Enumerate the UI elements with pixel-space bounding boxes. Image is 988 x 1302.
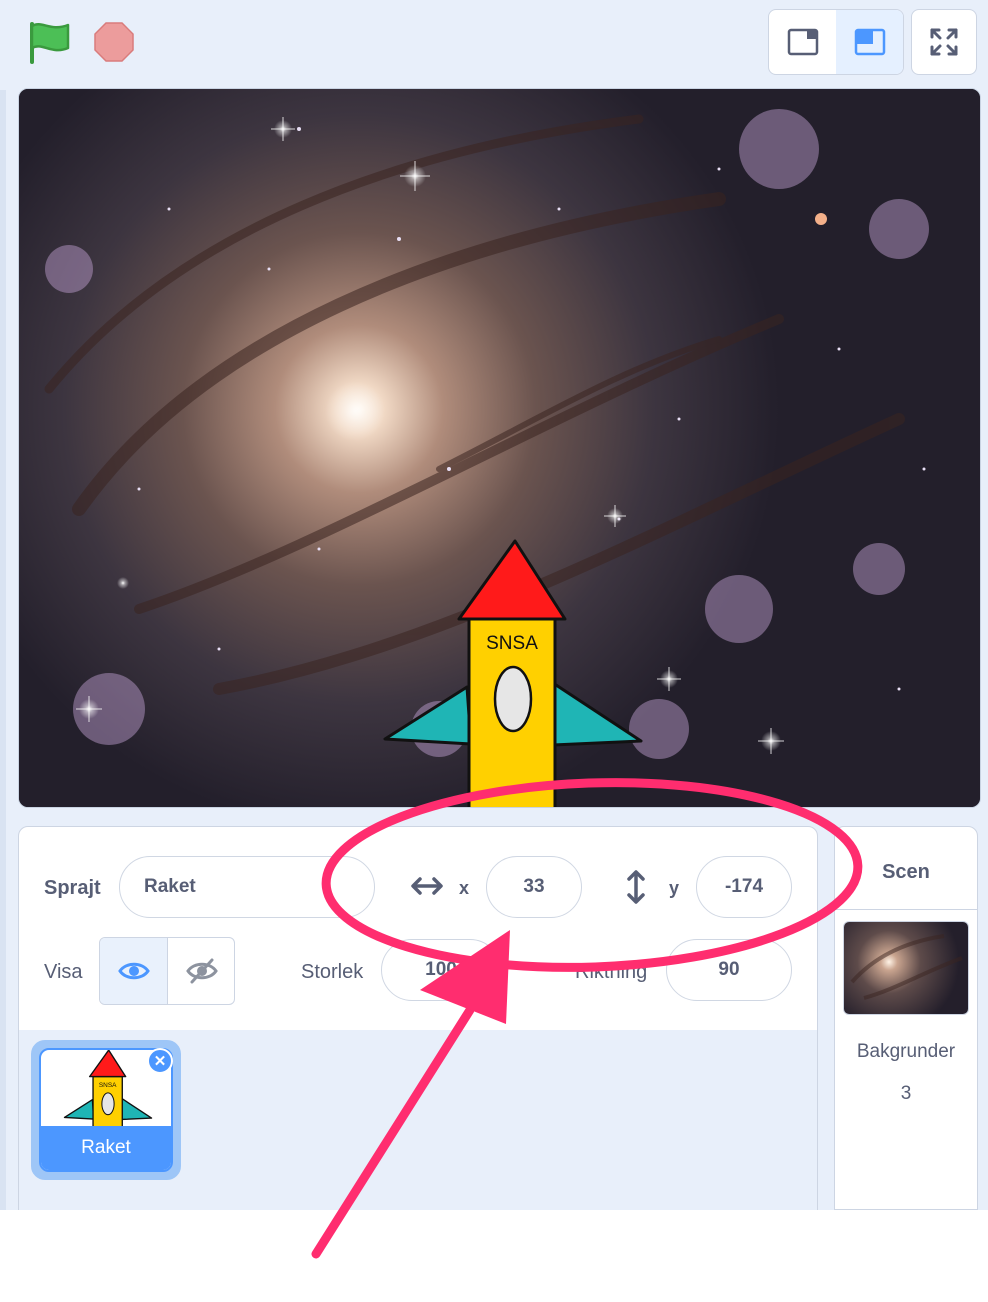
hide-sprite-button[interactable] <box>168 938 234 1004</box>
direction-value: 90 <box>718 959 740 980</box>
y-position-value: -174 <box>724 876 764 897</box>
stage-selector[interactable]: Scen Bakgrunder 3 <box>834 826 978 1210</box>
small-stage-button[interactable] <box>769 10 837 74</box>
sprite-info-panel: Sprajt Raket x 33 y -174 Visa Storlek 10… <box>18 826 818 1031</box>
stage-size-toggle <box>768 9 904 75</box>
green-flag-icon[interactable] <box>26 20 72 64</box>
close-icon: ✕ <box>153 1053 167 1070</box>
thumbnail-rocket-text: SNSA <box>99 1082 117 1089</box>
small-stage-icon <box>787 28 818 56</box>
size-value: 100 <box>425 959 457 980</box>
sprite-name-value: Raket <box>144 876 196 897</box>
stage-thumbnail[interactable] <box>843 921 969 1015</box>
visibility-toggle <box>99 937 235 1005</box>
y-position-input[interactable]: -174 <box>696 856 792 918</box>
y-label: y <box>669 878 680 898</box>
stage-divider <box>835 909 977 910</box>
left-panel-edge <box>0 90 6 1210</box>
eye-slash-icon <box>185 958 218 984</box>
x-position-value: 33 <box>523 876 545 897</box>
show-label: Visa <box>44 961 83 983</box>
x-position-input[interactable]: 33 <box>486 856 582 918</box>
fullscreen-icon <box>930 28 958 56</box>
scratch-stage-area: SNSA Sprajt Raket x 33 y -174 Visa Storl… <box>0 0 988 1210</box>
stage-canvas[interactable]: SNSA <box>18 88 981 808</box>
backdrops-count: 3 <box>900 1083 912 1104</box>
size-input[interactable]: 100 <box>381 939 501 1001</box>
sprite-list: SNSA Raket ✕ <box>18 1030 818 1210</box>
eye-icon <box>117 962 150 980</box>
stop-sign-icon[interactable] <box>94 22 134 62</box>
horizontal-arrows-icon <box>407 871 447 901</box>
normal-stage-button[interactable] <box>836 10 903 74</box>
galaxy-backdrop: SNSA <box>19 89 980 807</box>
sprite-label: Sprajt <box>44 877 101 899</box>
show-sprite-button[interactable] <box>100 938 168 1004</box>
x-label: x <box>459 878 470 898</box>
sprite-name-input[interactable]: Raket <box>119 856 375 918</box>
vertical-arrows-icon <box>621 867 651 907</box>
backdrops-label: Bakgrunder <box>856 1041 956 1062</box>
size-label: Storlek <box>301 961 364 983</box>
sprite-tile[interactable]: SNSA Raket ✕ <box>31 1040 181 1180</box>
sprite-tile-name: Raket <box>41 1126 171 1170</box>
direction-label: Riktning <box>575 961 648 983</box>
normal-stage-icon <box>854 28 885 56</box>
delete-sprite-button[interactable]: ✕ <box>147 1048 173 1074</box>
rocket-text: SNSA <box>486 633 538 654</box>
direction-input[interactable]: 90 <box>666 939 792 1001</box>
stage-title: Scen <box>882 861 930 883</box>
fullscreen-button[interactable] <box>911 9 977 75</box>
